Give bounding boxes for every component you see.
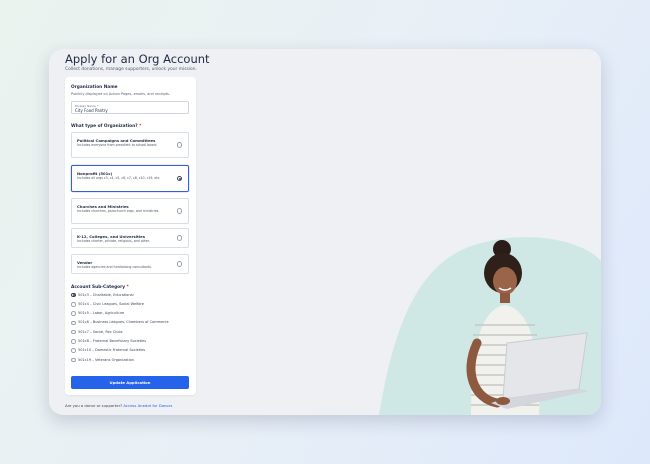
- sub-category-option[interactable]: 501c4 – Civic Leagues, Social Welfare: [71, 301, 189, 308]
- org-type-option-description: Includes charter, private, religious, an…: [77, 239, 150, 243]
- sub-category-option[interactable]: 501c10 – Domestic Fraternal Societies: [71, 348, 189, 355]
- sub-category-option[interactable]: 501c19 – Veterans Organization: [71, 357, 189, 364]
- update-application-button[interactable]: Update Application: [71, 376, 189, 389]
- org-type-option-description: Includes all orgs c3, c4, c5, c6, c7, c8…: [77, 176, 161, 180]
- sub-category-radio[interactable]: [71, 348, 76, 354]
- org-type-option-description: Includes everyone from president to scho…: [77, 143, 158, 147]
- page-title: Apply for an Org Account: [65, 52, 210, 66]
- sub-category-radio[interactable]: [71, 339, 76, 344]
- org-type-radio[interactable]: [176, 261, 182, 267]
- sub-category-option[interactable]: 501c6 – Business Leagues, Chambers of Co…: [71, 320, 189, 327]
- donor-line: Are you a donor or supporter? Access Ane…: [65, 403, 172, 408]
- page-subtitle: Collect donations, manage supporters, un…: [65, 67, 197, 72]
- sub-category-label: Account Sub-Category *: [71, 285, 129, 290]
- sub-category-option[interactable]: 501c7 – Social, Rec Clubs: [71, 329, 189, 336]
- donor-access-link[interactable]: Access Anedot for Donors: [123, 403, 172, 408]
- org-type-radio[interactable]: [176, 208, 182, 214]
- sub-category-radio[interactable]: [71, 329, 76, 335]
- sub-category-option[interactable]: 501c8 – Fraternal Beneficiary Societies: [71, 339, 189, 346]
- donor-text: Are you a donor or supporter?: [65, 403, 123, 408]
- sub-category-option-label: 501c4 – Civic Leagues, Social Welfare: [78, 301, 144, 306]
- org-type-option[interactable]: Nonprofit (501c) Includes all orgs c3, c4…: [71, 165, 189, 192]
- application-form: Organization Name Publicly displayed on …: [65, 77, 196, 395]
- org-type-option-description: Includes agencies and fundraising consul…: [77, 265, 152, 269]
- org-type-question: What type of Organization? *: [71, 124, 142, 129]
- sub-category-option[interactable]: 501c3 – Charitable, Educational: [71, 292, 189, 299]
- sub-category-option-label: 501c19 – Veterans Organization: [78, 357, 134, 362]
- display-name-field[interactable]: Display Name * City Food Pantry: [71, 101, 189, 114]
- display-name-label: Display Name *: [75, 103, 99, 108]
- sub-category-option-label: 501c6 – Business Leagues, Chambers of Co…: [78, 320, 169, 325]
- app-window: Apply for an Org Account Collect donatio…: [49, 49, 601, 415]
- org-type-option[interactable]: K-12, Colleges, and Universities Includes…: [71, 228, 189, 248]
- sub-category-option-label: 501c10 – Domestic Fraternal Societies: [78, 348, 146, 353]
- org-type-radio[interactable]: [176, 235, 182, 241]
- org-name-help: Publicly displayed on Action Pages, emai…: [71, 92, 170, 96]
- org-type-option[interactable]: Vendor Includes agencies and fundraising …: [71, 254, 189, 274]
- woman-with-laptop-illustration: [379, 237, 601, 415]
- sub-category-option-label: 501c7 – Social, Rec Clubs: [78, 329, 123, 334]
- org-type-option-description: Includes churches, parachurch orgs, and …: [77, 209, 160, 213]
- display-name-value: City Food Pantry: [75, 108, 108, 114]
- org-type-option[interactable]: Political Campaigns and Committees Includ…: [71, 132, 189, 158]
- org-name-label: Organization Name: [71, 85, 118, 90]
- sub-category-radio[interactable]: [71, 320, 76, 326]
- org-type-radio[interactable]: [176, 142, 182, 148]
- sub-category-option[interactable]: 501c5 – Labor, Agriculture: [71, 311, 189, 318]
- sub-category-option-label: 501c3 – Charitable, Educational: [78, 292, 134, 297]
- org-type-radio[interactable]: [176, 175, 182, 182]
- sub-category-radio[interactable]: [71, 357, 76, 363]
- org-type-option[interactable]: Churches and Ministries Includes churches…: [71, 198, 189, 224]
- sub-category-option-label: 501c5 – Labor, Agriculture: [78, 311, 125, 316]
- sub-category-radio[interactable]: [71, 292, 76, 298]
- sub-category-option-label: 501c8 – Fraternal Beneficiary Societies: [78, 339, 147, 343]
- sub-category-radio[interactable]: [71, 301, 76, 307]
- sub-category-radio[interactable]: [71, 311, 76, 316]
